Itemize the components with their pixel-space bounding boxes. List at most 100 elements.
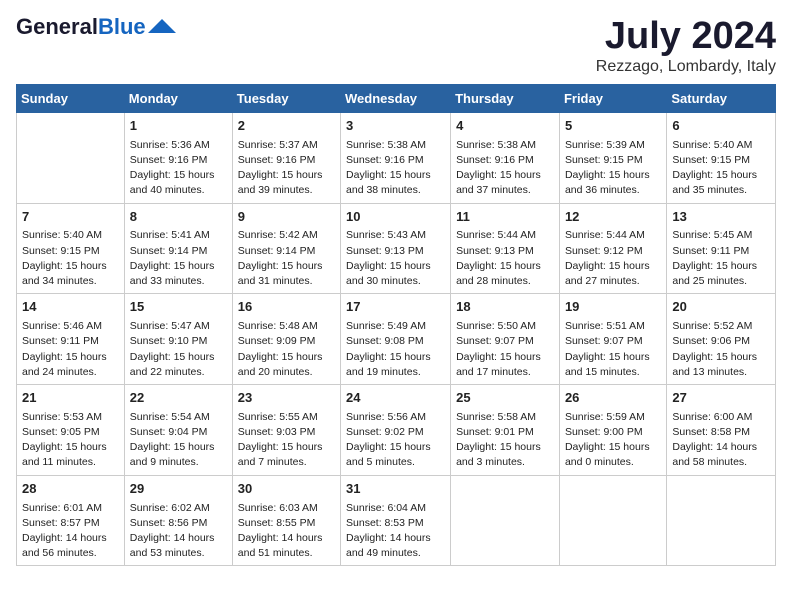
date-number: 26 bbox=[565, 389, 661, 408]
cell-info-line: and 15 minutes. bbox=[565, 365, 661, 380]
cell-info-line: Sunset: 9:16 PM bbox=[130, 153, 227, 168]
calendar-cell: 31Sunrise: 6:04 AMSunset: 8:53 PMDayligh… bbox=[341, 475, 451, 566]
cell-info-line: and 9 minutes. bbox=[130, 455, 227, 470]
cell-info-line: Daylight: 15 hours bbox=[346, 350, 445, 365]
cell-info-line: Sunset: 9:16 PM bbox=[346, 153, 445, 168]
month-year: July 2024 bbox=[596, 16, 776, 58]
cell-info-line: Sunrise: 5:38 AM bbox=[346, 138, 445, 153]
cell-info-line: and 58 minutes. bbox=[672, 455, 770, 470]
calendar-cell: 20Sunrise: 5:52 AMSunset: 9:06 PMDayligh… bbox=[667, 294, 776, 385]
calendar-cell bbox=[667, 475, 776, 566]
cell-info-line: Sunrise: 5:56 AM bbox=[346, 410, 445, 425]
calendar-cell: 26Sunrise: 5:59 AMSunset: 9:00 PMDayligh… bbox=[559, 384, 666, 475]
date-number: 7 bbox=[22, 208, 119, 227]
calendar-cell: 30Sunrise: 6:03 AMSunset: 8:55 PMDayligh… bbox=[232, 475, 340, 566]
cell-info-line: Daylight: 15 hours bbox=[22, 440, 119, 455]
cell-info-line: Daylight: 15 hours bbox=[456, 350, 554, 365]
cell-info-line: Sunset: 9:13 PM bbox=[346, 244, 445, 259]
cell-info-line: Sunrise: 6:02 AM bbox=[130, 501, 227, 516]
calendar-header-row: SundayMondayTuesdayWednesdayThursdayFrid… bbox=[17, 84, 776, 112]
calendar-cell: 29Sunrise: 6:02 AMSunset: 8:56 PMDayligh… bbox=[124, 475, 232, 566]
cell-info-line: and 39 minutes. bbox=[238, 183, 335, 198]
cell-info-line: Sunset: 9:06 PM bbox=[672, 334, 770, 349]
date-number: 21 bbox=[22, 389, 119, 408]
cell-info-line: Daylight: 15 hours bbox=[456, 259, 554, 274]
cell-info-line: Sunset: 9:02 PM bbox=[346, 425, 445, 440]
date-number: 14 bbox=[22, 298, 119, 317]
date-number: 1 bbox=[130, 117, 227, 136]
calendar-cell: 11Sunrise: 5:44 AMSunset: 9:13 PMDayligh… bbox=[451, 203, 560, 294]
date-number: 28 bbox=[22, 480, 119, 499]
calendar-cell: 16Sunrise: 5:48 AMSunset: 9:09 PMDayligh… bbox=[232, 294, 340, 385]
cell-info-line: Sunrise: 5:44 AM bbox=[565, 228, 661, 243]
calendar-cell: 24Sunrise: 5:56 AMSunset: 9:02 PMDayligh… bbox=[341, 384, 451, 475]
calendar-cell: 15Sunrise: 5:47 AMSunset: 9:10 PMDayligh… bbox=[124, 294, 232, 385]
cell-info-line: and 25 minutes. bbox=[672, 274, 770, 289]
location: Rezzago, Lombardy, Italy bbox=[596, 58, 776, 76]
cell-info-line: Sunset: 9:11 PM bbox=[22, 334, 119, 349]
calendar-cell: 5Sunrise: 5:39 AMSunset: 9:15 PMDaylight… bbox=[559, 112, 666, 203]
cell-info-line: and 27 minutes. bbox=[565, 274, 661, 289]
cell-info-line: Daylight: 15 hours bbox=[22, 259, 119, 274]
cell-info-line: Sunset: 8:58 PM bbox=[672, 425, 770, 440]
cell-info-line: Sunrise: 5:50 AM bbox=[456, 319, 554, 334]
cell-info-line: Sunset: 9:14 PM bbox=[130, 244, 227, 259]
cell-info-line: and 30 minutes. bbox=[346, 274, 445, 289]
cell-info-line: Sunrise: 6:01 AM bbox=[22, 501, 119, 516]
cell-info-line: Daylight: 14 hours bbox=[346, 531, 445, 546]
cell-info-line: Daylight: 15 hours bbox=[238, 168, 335, 183]
cell-info-line: Daylight: 15 hours bbox=[565, 168, 661, 183]
cell-info-line: Sunset: 9:16 PM bbox=[238, 153, 335, 168]
header-friday: Friday bbox=[559, 84, 666, 112]
header-thursday: Thursday bbox=[451, 84, 560, 112]
cell-info-line: Sunrise: 5:48 AM bbox=[238, 319, 335, 334]
cell-info-line: Sunset: 9:15 PM bbox=[672, 153, 770, 168]
cell-info-line: Daylight: 15 hours bbox=[346, 259, 445, 274]
date-number: 10 bbox=[346, 208, 445, 227]
cell-info-line: Daylight: 14 hours bbox=[130, 531, 227, 546]
cell-info-line: Daylight: 15 hours bbox=[238, 440, 335, 455]
calendar-cell: 13Sunrise: 5:45 AMSunset: 9:11 PMDayligh… bbox=[667, 203, 776, 294]
cell-info-line: Sunset: 9:11 PM bbox=[672, 244, 770, 259]
cell-info-line: Sunrise: 5:43 AM bbox=[346, 228, 445, 243]
calendar-cell: 4Sunrise: 5:38 AMSunset: 9:16 PMDaylight… bbox=[451, 112, 560, 203]
cell-info-line: Sunset: 9:07 PM bbox=[456, 334, 554, 349]
cell-info-line: Sunset: 9:09 PM bbox=[238, 334, 335, 349]
date-number: 13 bbox=[672, 208, 770, 227]
date-number: 24 bbox=[346, 389, 445, 408]
cell-info-line: Sunrise: 5:54 AM bbox=[130, 410, 227, 425]
date-number: 9 bbox=[238, 208, 335, 227]
cell-info-line: Sunset: 9:16 PM bbox=[456, 153, 554, 168]
calendar-cell: 22Sunrise: 5:54 AMSunset: 9:04 PMDayligh… bbox=[124, 384, 232, 475]
cell-info-line: Sunset: 8:55 PM bbox=[238, 516, 335, 531]
cell-info-line: Daylight: 15 hours bbox=[238, 350, 335, 365]
cell-info-line: Sunrise: 5:46 AM bbox=[22, 319, 119, 334]
cell-info-line: Sunrise: 6:04 AM bbox=[346, 501, 445, 516]
cell-info-line: Daylight: 14 hours bbox=[238, 531, 335, 546]
cell-info-line: and 53 minutes. bbox=[130, 546, 227, 561]
date-number: 8 bbox=[130, 208, 227, 227]
cell-info-line: Daylight: 15 hours bbox=[565, 440, 661, 455]
cell-info-line: Daylight: 15 hours bbox=[130, 350, 227, 365]
cell-info-line: Sunset: 9:14 PM bbox=[238, 244, 335, 259]
cell-info-line: Sunset: 9:10 PM bbox=[130, 334, 227, 349]
date-number: 23 bbox=[238, 389, 335, 408]
cell-info-line: and 0 minutes. bbox=[565, 455, 661, 470]
calendar-cell: 12Sunrise: 5:44 AMSunset: 9:12 PMDayligh… bbox=[559, 203, 666, 294]
cell-info-line: and 31 minutes. bbox=[238, 274, 335, 289]
date-number: 18 bbox=[456, 298, 554, 317]
calendar-cell: 7Sunrise: 5:40 AMSunset: 9:15 PMDaylight… bbox=[17, 203, 125, 294]
date-number: 12 bbox=[565, 208, 661, 227]
date-number: 3 bbox=[346, 117, 445, 136]
cell-info-line: and 34 minutes. bbox=[22, 274, 119, 289]
calendar-cell: 9Sunrise: 5:42 AMSunset: 9:14 PMDaylight… bbox=[232, 203, 340, 294]
calendar-cell: 8Sunrise: 5:41 AMSunset: 9:14 PMDaylight… bbox=[124, 203, 232, 294]
calendar-cell: 18 Sunrise: 5:50 AMSunset: 9:07 PMDayligh… bbox=[451, 294, 560, 385]
cell-info-line: Daylight: 15 hours bbox=[346, 168, 445, 183]
cell-info-line: Sunrise: 5:38 AM bbox=[456, 138, 554, 153]
logo-icon bbox=[148, 19, 176, 33]
cell-info-line: Daylight: 15 hours bbox=[130, 168, 227, 183]
cell-info-line: Sunrise: 5:42 AM bbox=[238, 228, 335, 243]
cell-info-line: Sunrise: 5:55 AM bbox=[238, 410, 335, 425]
calendar-cell: 21Sunrise: 5:53 AMSunset: 9:05 PMDayligh… bbox=[17, 384, 125, 475]
